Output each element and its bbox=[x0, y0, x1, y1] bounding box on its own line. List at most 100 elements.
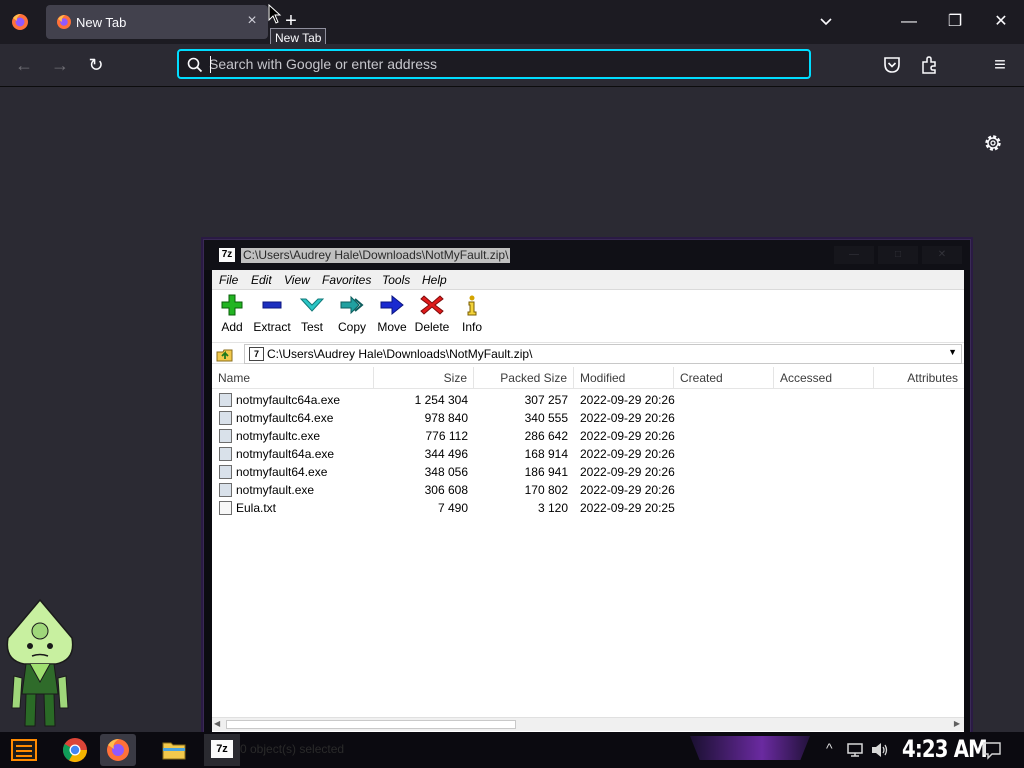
file-modified: 2022-09-29 20:26 bbox=[580, 447, 675, 461]
column-created[interactable]: Created bbox=[674, 367, 774, 389]
menu-view[interactable]: View bbox=[284, 273, 310, 287]
scroll-right-icon[interactable]: ▶ bbox=[954, 719, 960, 728]
show-hidden-icons-icon[interactable]: ^ bbox=[826, 740, 833, 756]
extensions-icon[interactable] bbox=[919, 55, 939, 75]
file-packed-size: 168 914 bbox=[524, 447, 568, 461]
check-icon bbox=[299, 298, 325, 312]
file-row[interactable]: notmyfault64.exe 348 056 186 941 2022-09… bbox=[212, 463, 964, 481]
menu-tools[interactable]: Tools bbox=[382, 273, 410, 287]
menu-edit[interactable]: Edit bbox=[251, 273, 272, 287]
back-button[interactable]: ← bbox=[13, 54, 35, 76]
volume-icon[interactable] bbox=[870, 741, 890, 759]
menu-help[interactable]: Help bbox=[422, 273, 447, 287]
minimize-button[interactable]: — bbox=[886, 0, 932, 44]
app-menu-button[interactable]: ≡ bbox=[989, 54, 1011, 76]
file-size: 776 112 bbox=[425, 429, 469, 443]
info-button[interactable]: Info bbox=[452, 294, 492, 336]
list-all-tabs-icon[interactable] bbox=[816, 12, 836, 32]
network-icon[interactable] bbox=[846, 741, 864, 759]
pocket-icon[interactable] bbox=[882, 56, 902, 74]
path-combobox[interactable]: 7 C:\Users\Audrey Hale\Downloads\NotMyFa… bbox=[244, 344, 962, 364]
add-button[interactable]: Add bbox=[212, 294, 252, 336]
move-button[interactable]: Move bbox=[372, 294, 412, 336]
file-size: 306 608 bbox=[424, 483, 468, 497]
file-row[interactable]: notmyfaultc64a.exe 1 254 304 307 257 202… bbox=[212, 391, 964, 409]
column-attributes[interactable]: Attributes bbox=[874, 367, 964, 389]
column-modified[interactable]: Modified bbox=[574, 367, 674, 389]
tab-title: New Tab bbox=[76, 15, 127, 30]
firefox-taskbar-icon[interactable] bbox=[104, 736, 132, 764]
scroll-left-icon[interactable]: ◀ bbox=[214, 719, 220, 728]
file-modified: 2022-09-29 20:26 bbox=[580, 393, 675, 407]
add-label: Add bbox=[221, 320, 243, 334]
arrow-right-icon bbox=[380, 294, 404, 316]
sevenzip-close-button[interactable]: ✕ bbox=[922, 246, 962, 264]
chrome-icon[interactable] bbox=[61, 736, 89, 764]
file-name: notmyfault64a.exe bbox=[236, 447, 335, 461]
test-button[interactable]: Test bbox=[292, 294, 332, 336]
extract-button[interactable]: Extract bbox=[252, 294, 292, 336]
file-modified: 2022-09-29 20:26 bbox=[580, 411, 675, 425]
sevenzip-maximize-button[interactable]: □ bbox=[878, 246, 918, 264]
sevenzip-title-bar[interactable]: 7z C:\Users\Audrey Hale\Downloads\NotMyF… bbox=[204, 240, 970, 270]
url-input[interactable] bbox=[209, 54, 799, 74]
sevenzip-window-title: C:\Users\Audrey Hale\Downloads\NotMyFaul… bbox=[241, 248, 511, 263]
address-bar[interactable] bbox=[177, 49, 811, 79]
file-row[interactable]: notmyfault64a.exe 344 496 168 914 2022-0… bbox=[212, 445, 964, 463]
file-name: notmyfaultc.exe bbox=[236, 429, 321, 443]
folder-up-icon[interactable] bbox=[216, 345, 234, 363]
file-row[interactable]: notmyfaultc64.exe 978 840 340 555 2022-0… bbox=[212, 409, 964, 427]
exe-file-icon bbox=[219, 429, 232, 443]
clock[interactable]: 4:23 AM bbox=[902, 735, 988, 763]
column-size[interactable]: Size bbox=[374, 367, 474, 389]
file-size: 7 490 bbox=[437, 501, 468, 515]
firefox-view-icon[interactable] bbox=[10, 12, 30, 32]
delete-button[interactable]: Delete bbox=[412, 294, 452, 336]
file-modified: 2022-09-29 20:26 bbox=[580, 429, 675, 443]
column-packed-size[interactable]: Packed Size bbox=[474, 367, 574, 389]
chevron-down-icon[interactable]: ▼ bbox=[948, 347, 957, 357]
move-label: Move bbox=[377, 320, 407, 334]
file-row[interactable]: notmyfault.exe 306 608 170 802 2022-09-2… bbox=[212, 481, 964, 499]
notification-center-icon[interactable] bbox=[982, 740, 1002, 760]
column-name[interactable]: Name bbox=[212, 367, 374, 389]
file-packed-size: 307 257 bbox=[524, 393, 568, 407]
sevenzip-client-area: File Edit View Favorites Tools Help Add … bbox=[212, 270, 964, 732]
file-modified: 2022-09-29 20:26 bbox=[580, 465, 675, 479]
delete-label: Delete bbox=[414, 320, 450, 334]
tab-strip: New Tab × + New Tab — ❐ ✕ bbox=[0, 0, 1024, 48]
menu-favorites[interactable]: Favorites bbox=[322, 273, 371, 287]
tab-new-tab[interactable]: New Tab × bbox=[46, 5, 268, 39]
menu-file[interactable]: File bbox=[219, 273, 238, 287]
reload-button[interactable]: ↻ bbox=[85, 54, 107, 76]
info-icon bbox=[467, 295, 477, 316]
file-name: Eula.txt bbox=[236, 501, 277, 515]
gear-icon[interactable] bbox=[983, 133, 1003, 153]
plus-icon bbox=[221, 294, 243, 316]
file-size: 978 840 bbox=[424, 411, 468, 425]
file-packed-size: 286 642 bbox=[524, 429, 568, 443]
taskbar-decoration bbox=[690, 736, 810, 760]
exe-file-icon bbox=[219, 393, 232, 407]
test-label: Test bbox=[300, 320, 323, 334]
horizontal-scrollbar[interactable]: ◀ ▶ bbox=[212, 717, 964, 731]
file-modified: 2022-09-29 20:26 bbox=[580, 483, 675, 497]
tab-close-icon[interactable]: × bbox=[244, 12, 260, 30]
close-window-button[interactable]: ✕ bbox=[978, 0, 1024, 44]
file-packed-size: 186 941 bbox=[524, 465, 568, 479]
file-name: notmyfaultc64.exe bbox=[236, 411, 334, 425]
file-row[interactable]: Eula.txt 7 490 3 120 2022-09-29 20:25 bbox=[212, 499, 964, 517]
nav-bar: ← → ↻ ≡ bbox=[0, 44, 1024, 86]
scrollbar-thumb[interactable] bbox=[226, 720, 516, 729]
file-row[interactable]: notmyfaultc.exe 776 112 286 642 2022-09-… bbox=[212, 427, 964, 445]
column-accessed[interactable]: Accessed bbox=[774, 367, 874, 389]
double-arrow-icon bbox=[340, 295, 364, 315]
forward-button[interactable]: → bbox=[49, 54, 71, 76]
maximize-button[interactable]: ❐ bbox=[932, 0, 978, 44]
copy-label: Copy bbox=[337, 320, 366, 334]
sevenzip-minimize-button[interactable]: — bbox=[834, 246, 874, 264]
sevenzip-address-bar: 7 C:\Users\Audrey Hale\Downloads\NotMyFa… bbox=[212, 342, 964, 364]
copy-button[interactable]: Copy bbox=[332, 294, 372, 336]
start-menu-icon[interactable] bbox=[10, 736, 38, 764]
file-explorer-icon[interactable] bbox=[160, 736, 188, 764]
